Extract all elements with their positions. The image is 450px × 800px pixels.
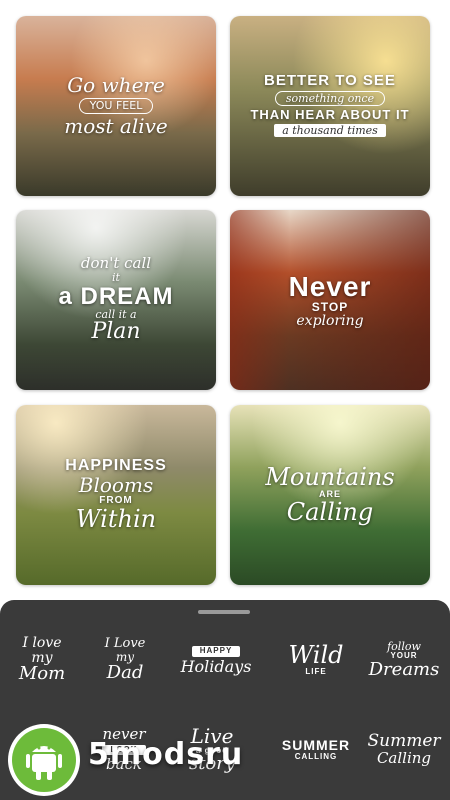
card-quote: don't call it a DREAM call it a Plan	[16, 210, 216, 390]
sticker-wild-life[interactable]: Wild LIFE	[276, 628, 356, 692]
sticker-love-dad[interactable]: I Love my Dad	[85, 628, 165, 692]
card-quote: Go where YOU FEEL most alive	[16, 16, 216, 196]
template-card-never-stop[interactable]: Never STOP exploring	[230, 210, 430, 390]
quote-template-grid: Go where YOU FEEL most alive BETTER TO S…	[0, 0, 450, 600]
sticker-line: Dad	[106, 661, 144, 683]
sticker-line: I Love	[104, 636, 146, 652]
card-quote: Mountains ARE Calling	[230, 405, 430, 585]
card-quote: BETTER TO SEE something once THAN HEAR A…	[230, 16, 430, 196]
quote-line: THAN HEAR ABOUT IT	[250, 107, 410, 123]
quote-line: Within	[75, 504, 157, 533]
quote-line: Mountains	[265, 463, 395, 492]
card-quote: HAPPINESS Blooms FROM Within	[16, 405, 216, 585]
sticker-line: LIFE	[305, 667, 327, 677]
quote-line: most alive	[64, 113, 168, 138]
sticker-line: Wild	[288, 641, 344, 670]
quote-line: BETTER TO SEE	[264, 71, 396, 89]
quote-line: Blooms	[78, 473, 154, 498]
quote-line: exploring	[296, 312, 364, 329]
quote-line: YOU FEEL	[78, 98, 154, 114]
quote-line: Plan	[91, 319, 141, 345]
template-card-go-where[interactable]: Go where YOU FEEL most alive	[16, 16, 216, 196]
sticker-summer-calling-caps[interactable]: SUMMER CALLING	[276, 718, 356, 782]
template-card-better-to-see[interactable]: BETTER TO SEE something once THAN HEAR A…	[230, 16, 430, 196]
sticker-line: Mom	[18, 663, 66, 685]
quote-line: Go where	[67, 73, 165, 98]
sticker-summer-calling-script[interactable]: Summer Calling	[364, 718, 444, 782]
sheet-drag-handle[interactable]	[198, 610, 250, 614]
quote-line: a thousand times	[274, 123, 386, 138]
sticker-line: I love	[22, 634, 62, 651]
quote-line: Calling	[286, 497, 374, 526]
sticker-love-mom[interactable]: I love my Mom	[2, 628, 82, 692]
sticker-happy-holidays[interactable]: HAPPY Holidays	[176, 628, 256, 692]
sticker-line: HAPPY	[191, 646, 241, 657]
template-card-dream[interactable]: don't call it a DREAM call it a Plan	[16, 210, 216, 390]
quote-line: STOP	[311, 300, 349, 315]
android-icon	[12, 728, 76, 792]
quote-line: a DREAM	[58, 282, 174, 310]
sticker-follow-dreams[interactable]: follow YOUR Dreams	[364, 628, 444, 692]
sticker-line: Holidays	[180, 656, 252, 676]
sticker-line: Dreams	[368, 658, 440, 680]
sticker-line: SUMMER	[281, 737, 351, 754]
template-card-happiness[interactable]: HAPPINESS Blooms FROM Within	[16, 405, 216, 585]
android-icon-glyph	[26, 746, 62, 780]
sticker-line: CALLING	[294, 752, 338, 762]
sticker-line: Calling	[376, 749, 432, 768]
quote-line: it	[112, 271, 120, 285]
watermark-text: 5modsru	[88, 737, 244, 772]
quote-line: don't call	[80, 254, 152, 273]
card-quote: Never STOP exploring	[230, 210, 430, 390]
quote-line: something once	[274, 90, 386, 107]
template-card-mountains[interactable]: Mountains ARE Calling	[230, 405, 430, 585]
quote-line: Never	[288, 270, 372, 302]
